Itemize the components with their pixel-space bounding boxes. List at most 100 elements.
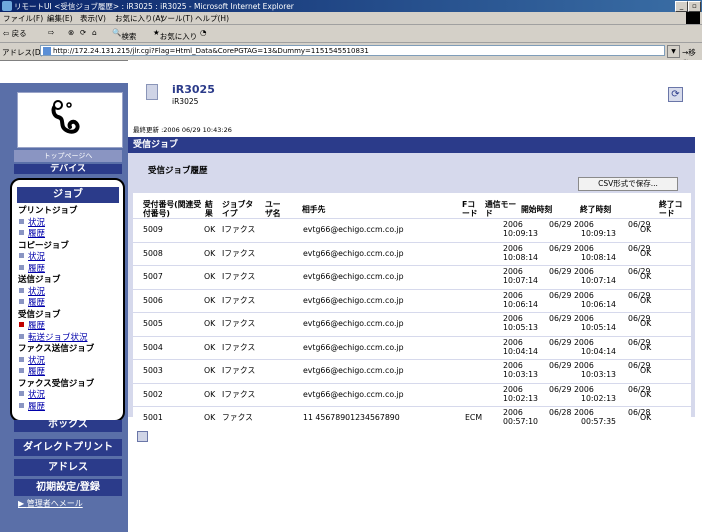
history-icon[interactable]: ◔ (200, 28, 207, 37)
cell-result: OK (204, 295, 216, 305)
nav-link[interactable]: 転送ジョブ状況 (19, 333, 88, 343)
printer-icon (146, 84, 158, 100)
cell-result: OK (204, 272, 216, 281)
menu-file[interactable]: ファイル(F) (3, 13, 43, 24)
nav-link-label[interactable]: 履歴 (28, 264, 45, 274)
nav-link-label[interactable]: 状況 (28, 252, 45, 262)
menu-edit[interactable]: 編集(E) (47, 13, 73, 24)
window-title: リモートUI <受信ジョブ履歴> : iR3025 : iR3025 - Mic… (14, 2, 294, 11)
refresh-icon[interactable]: ⟳ (668, 87, 683, 102)
nav-category: 送信ジョブ (18, 275, 61, 285)
nav-link[interactable]: 状況 (19, 252, 45, 262)
cell-dest: evtg66@echigo.ccm.co.jp (303, 366, 404, 375)
col-header-code: 終了コード (659, 200, 683, 218)
minimize-icon[interactable]: _ (675, 1, 688, 12)
nav-box-button[interactable]: ボックス (14, 420, 122, 432)
nav-link[interactable]: 状況 (19, 218, 45, 228)
page-icon (43, 47, 51, 55)
nav-address-button[interactable]: アドレス (14, 459, 122, 476)
nav-job-button[interactable]: ジョブ (17, 187, 119, 203)
nav-link[interactable]: 履歴 (19, 229, 45, 239)
toolbar: ⇦ 戻る ⇨ ⊗ ⟳ ⌂ 🔍 検索 ★ お気に入り ◔ (0, 25, 702, 43)
nav-link-label[interactable]: 状況 (28, 218, 45, 228)
cell-code: OK (640, 389, 652, 399)
windows-logo-icon (686, 12, 700, 24)
search-button[interactable]: 🔍 検索 (112, 28, 136, 41)
nav-category: プリントジョブ (18, 206, 78, 216)
maximize-icon[interactable]: ▫ (688, 1, 701, 12)
ie-icon (2, 1, 12, 11)
nav-link-label[interactable]: 履歴 (28, 298, 45, 308)
home-icon[interactable]: ⌂ (92, 28, 97, 37)
cell-mode: ECM (465, 413, 483, 422)
nav-link[interactable]: 履歴 (19, 264, 45, 274)
cell-start-date: 2006 (503, 408, 523, 417)
menu-help[interactable]: ヘルプ(H) (195, 13, 229, 24)
cell-dest: evtg66@echigo.ccm.co.jp (303, 342, 404, 352)
favorites-button[interactable]: ★ お気に入り (153, 28, 197, 41)
nav-link[interactable]: 履歴 (19, 367, 45, 377)
cell-start-time: 10:06:14 (503, 299, 539, 309)
nav-link[interactable]: 履歴 (19, 298, 45, 308)
menu-tools[interactable]: ツール(T) (160, 13, 193, 24)
top-page-link[interactable]: トップページへ (14, 150, 122, 162)
nav-category-label: 受信ジョブ (18, 309, 61, 320)
cell-code: OK (640, 366, 652, 375)
page-top-icon[interactable] (137, 431, 148, 442)
cell-end-time: 10:04:14 (581, 346, 617, 356)
cell-start-date: 2006 (503, 267, 523, 276)
nav-link-label[interactable]: 転送ジョブ状況 (28, 333, 88, 343)
address-dropdown-icon[interactable]: ▼ (667, 45, 680, 58)
csv-save-button[interactable]: CSV形式で保存... (578, 177, 678, 191)
cell-start-time: 10:08:14 (503, 252, 539, 262)
col-header-user: ユーザ名 (265, 200, 281, 218)
nav-link-label[interactable]: 履歴 (28, 402, 45, 412)
nav-link[interactable]: 履歴 (19, 402, 45, 412)
nav-link-label[interactable]: 状況 (28, 287, 45, 297)
cell-end-time: 10:06:14 (581, 299, 617, 309)
cell-id: 5009 (143, 225, 163, 234)
nav-link[interactable]: 状況 (19, 356, 45, 366)
device-model: iR3025 (172, 97, 199, 106)
nav-direct-print-button[interactable]: ダイレクトプリント (14, 439, 122, 456)
col-header-end: 終了時刻 (580, 205, 612, 214)
cell-end-date: 06/29 2006 (549, 361, 594, 370)
nav-device-button[interactable]: デバイス (14, 164, 122, 174)
cell-id: 5004 (143, 342, 163, 352)
cell-result: OK (204, 389, 216, 399)
admin-mail-link[interactable]: ▶ 管理者へメール (18, 498, 83, 509)
cell-end-time: 10:03:13 (581, 370, 617, 379)
bullet-icon (19, 391, 24, 396)
nav-link[interactable]: 履歴 (19, 321, 45, 331)
cell-code: OK (640, 272, 652, 281)
nav-link-label[interactable]: 状況 (28, 356, 45, 366)
menu-bar: ファイル(F) 編集(E) 表示(V) お気に入り(A) ツール(T) ヘルプ(… (0, 12, 702, 25)
cell-id: 5007 (143, 272, 163, 281)
nav-link-label[interactable]: 状況 (28, 390, 45, 400)
cell-start-time: 10:02:13 (503, 393, 539, 403)
forward-button[interactable]: ⇨ (48, 28, 54, 37)
cell-end-date: 06/29 2006 (549, 314, 594, 323)
nav-link[interactable]: 状況 (19, 390, 45, 400)
cell-end-date: 06/28 2006 (549, 408, 594, 417)
menu-view[interactable]: 表示(V) (80, 13, 106, 24)
refresh-page-icon[interactable]: ⟳ (80, 28, 86, 37)
nav-link[interactable]: 状況 (19, 287, 45, 297)
cell-start-time: 10:03:13 (503, 370, 539, 379)
nav-link-label[interactable]: 履歴 (28, 321, 45, 331)
nav-link-label[interactable]: 履歴 (28, 367, 45, 377)
nav-settings-button[interactable]: 初期設定/登録 (14, 479, 122, 496)
cell-code: OK (640, 319, 652, 328)
nav-link-label[interactable]: 履歴 (28, 229, 45, 239)
cell-end-time: 10:07:14 (581, 276, 617, 285)
stop-icon[interactable]: ⊗ (68, 28, 74, 37)
cell-id: 5008 (143, 248, 163, 258)
cell-dest: evtg66@echigo.ccm.co.jp (303, 295, 404, 305)
url-input[interactable]: http://172.24.131.215/jlr.cgi?Flag=Html_… (40, 45, 665, 56)
menu-favorites[interactable]: お気に入り(A) (115, 13, 163, 24)
cell-end-date: 06/29 2006 (549, 220, 594, 229)
nav-category-label: ファクス受信ジョブ (18, 378, 95, 389)
bullet-icon (19, 264, 24, 270)
cell-dest: 11 45678901234567890 (303, 413, 400, 422)
back-button[interactable]: ⇦ 戻る (3, 28, 27, 39)
